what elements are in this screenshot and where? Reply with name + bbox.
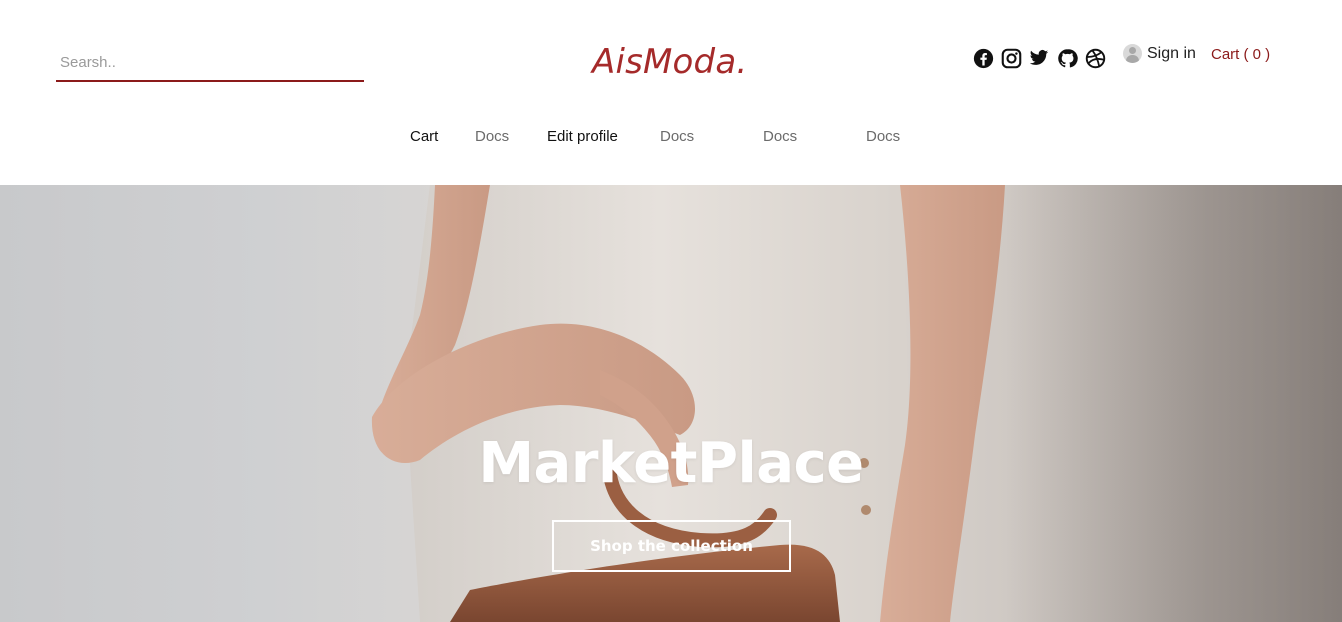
nav-item-edit-profile[interactable]: Edit profile xyxy=(547,128,618,145)
hero-banner: MarketPlace Shop the collection xyxy=(0,185,1342,622)
github-icon[interactable] xyxy=(1056,47,1078,69)
user-avatar-icon xyxy=(1123,44,1142,63)
nav-item-cart[interactable]: Cart xyxy=(410,128,438,145)
nav-item-docs[interactable]: Docs xyxy=(660,128,694,145)
site-header: AisModa. Sign in Cart ( 0 ) Cart Docs Ed… xyxy=(0,0,1342,185)
nav-item-docs[interactable]: Docs xyxy=(475,128,509,145)
sign-in-link[interactable]: Sign in xyxy=(1123,44,1196,63)
brand-logo[interactable]: AisModa. xyxy=(592,42,747,82)
instagram-icon[interactable] xyxy=(1000,47,1022,69)
cart-link[interactable]: Cart ( 0 ) xyxy=(1211,46,1270,63)
shop-collection-button[interactable]: Shop the collection xyxy=(552,520,791,572)
twitter-icon[interactable] xyxy=(1028,47,1050,69)
sign-in-label: Sign in xyxy=(1147,44,1196,62)
social-links xyxy=(972,47,1106,69)
dribbble-icon[interactable] xyxy=(1084,47,1106,69)
nav-item-docs[interactable]: Docs xyxy=(763,128,797,145)
search-input[interactable] xyxy=(56,44,364,80)
facebook-icon[interactable] xyxy=(972,47,994,69)
hero-title: MarketPlace xyxy=(478,431,864,496)
search-bar xyxy=(56,44,364,82)
nav-item-docs[interactable]: Docs xyxy=(866,128,900,145)
main-nav: Cart Docs Edit profile Docs Docs Docs xyxy=(0,128,1342,152)
